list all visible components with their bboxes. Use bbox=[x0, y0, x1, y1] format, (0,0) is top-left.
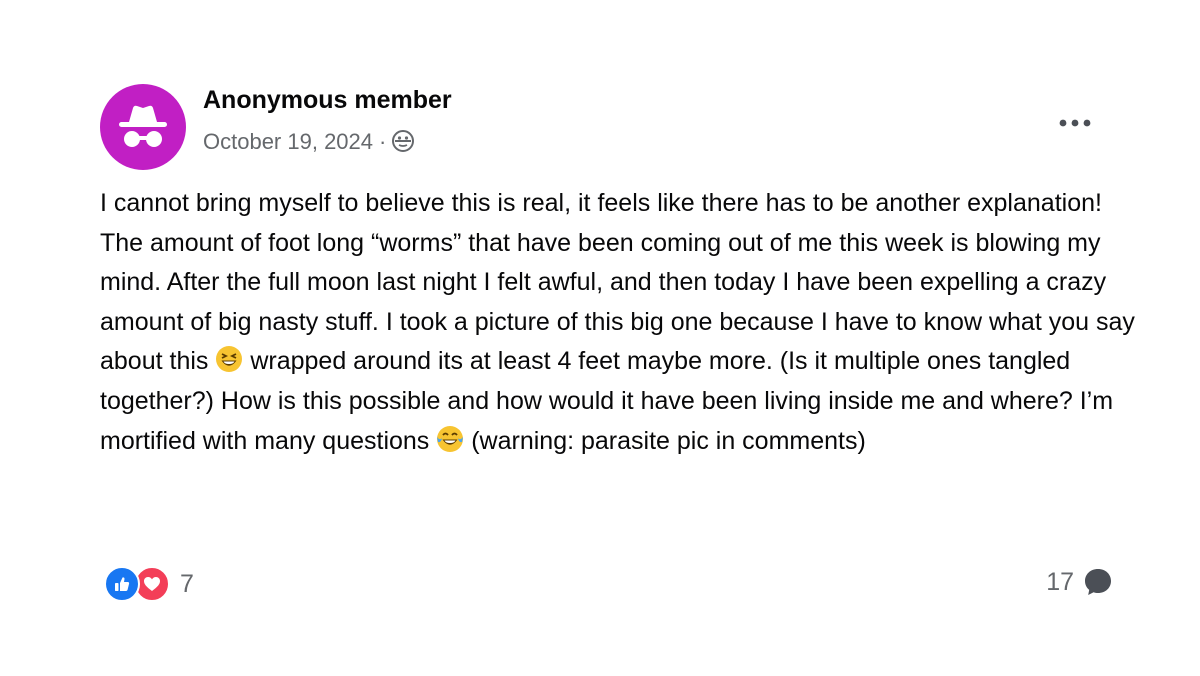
like-reaction bbox=[104, 566, 140, 602]
face-with-tears-of-joy-icon bbox=[437, 425, 464, 452]
post-date[interactable]: October 19, 2024 bbox=[203, 129, 373, 155]
comment-count: 17 bbox=[1046, 567, 1074, 596]
more-options-icon bbox=[1059, 119, 1091, 127]
author-name[interactable]: Anonymous member bbox=[203, 86, 452, 115]
group-privacy-icon[interactable] bbox=[391, 129, 417, 155]
comment-bubble-icon bbox=[1085, 569, 1111, 595]
post-body: I cannot bring myself to believe this is… bbox=[100, 184, 1140, 461]
anonymous-avatar[interactable] bbox=[100, 84, 186, 170]
post-meta: October 19, 2024 · bbox=[203, 129, 417, 155]
reactions-summary[interactable]: 7 bbox=[104, 566, 194, 602]
heart-icon bbox=[144, 577, 160, 591]
post-card: Anonymous member October 19, 2024 · I ca… bbox=[0, 0, 1200, 676]
post-body-part-3: (warning: parasite pic in comments) bbox=[471, 426, 866, 455]
incognito-icon bbox=[119, 105, 167, 147]
meta-separator: · bbox=[379, 129, 387, 154]
comments-summary[interactable]: 17 bbox=[1046, 566, 1114, 598]
thumbs-up-icon bbox=[115, 577, 130, 591]
more-options-button[interactable] bbox=[1054, 108, 1096, 138]
reaction-count: 7 bbox=[180, 569, 194, 598]
grinning-squinting-face-icon bbox=[216, 346, 243, 373]
